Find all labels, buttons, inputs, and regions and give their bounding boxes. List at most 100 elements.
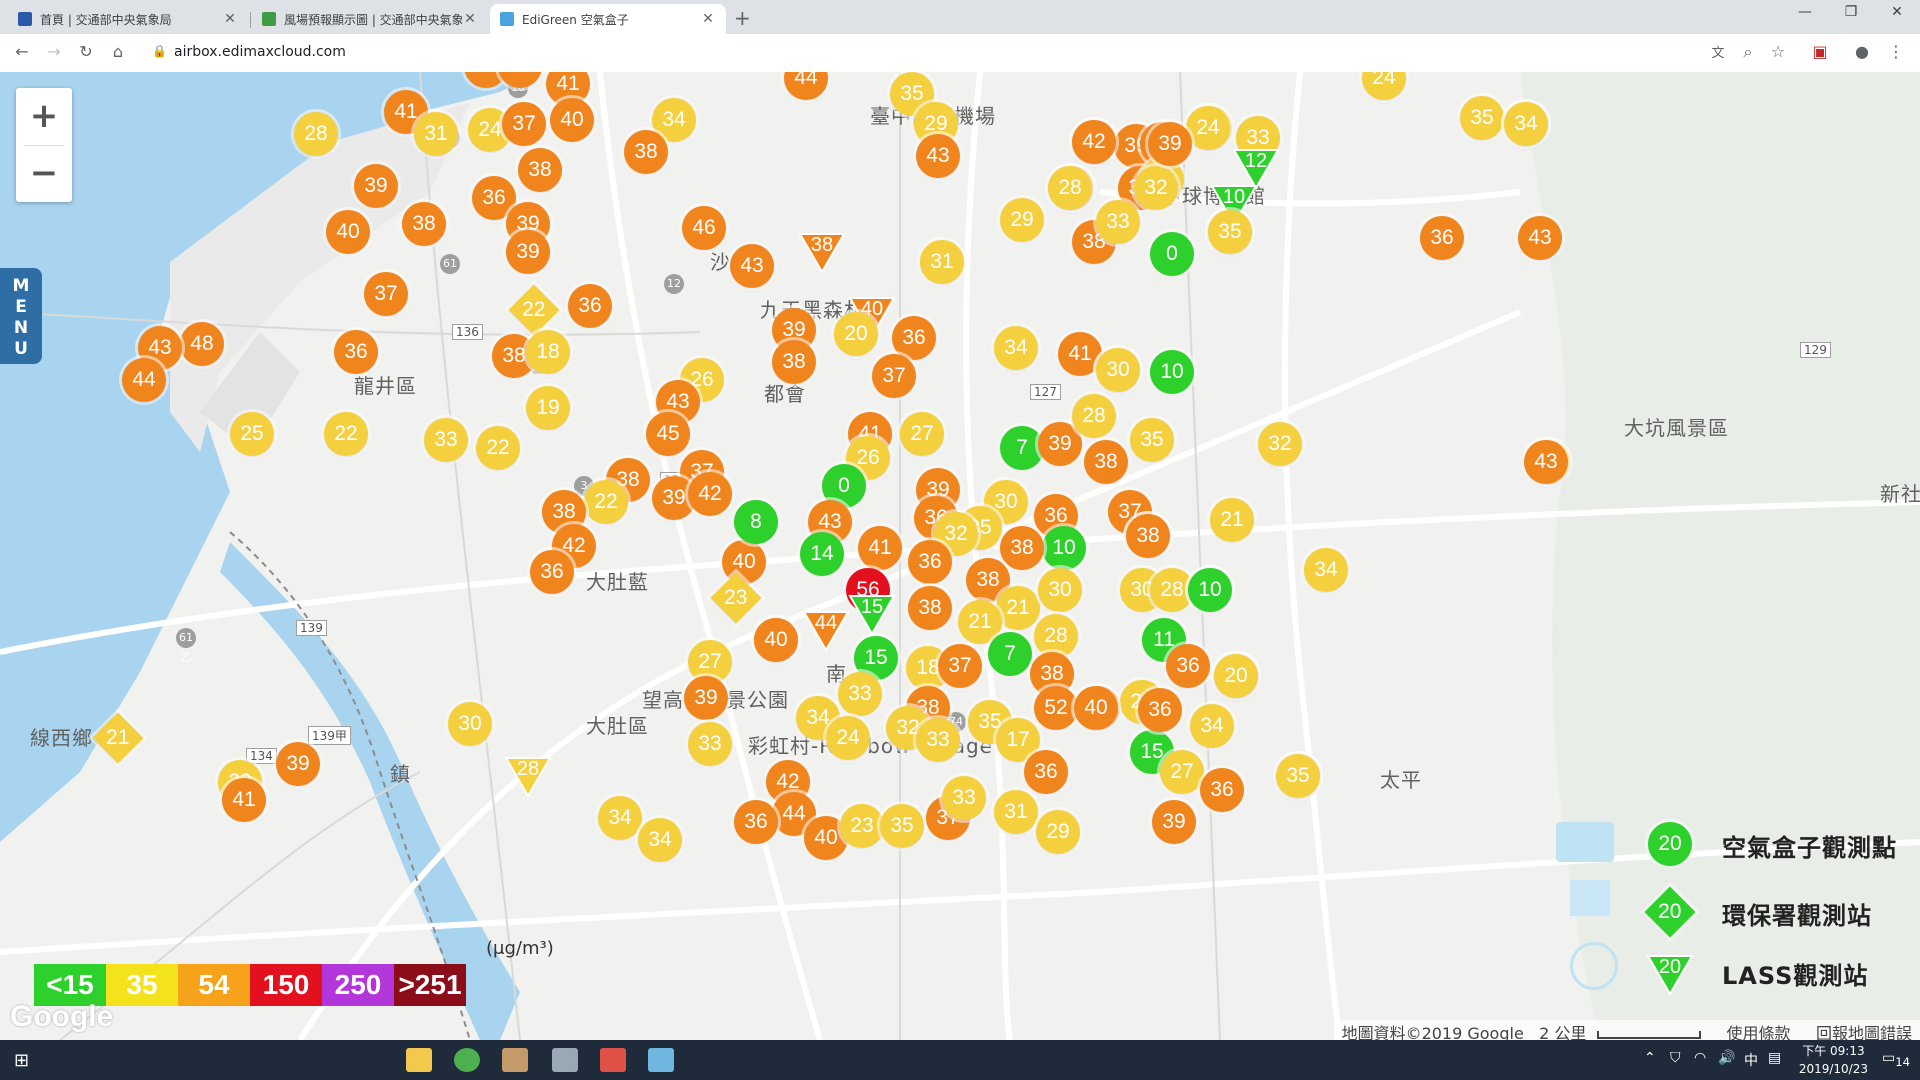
- tray-network-icon[interactable]: ◠: [1694, 1050, 1706, 1066]
- airbox-marker[interactable]: 35: [1208, 210, 1252, 254]
- airbox-marker[interactable]: 34: [638, 818, 682, 862]
- airbox-marker[interactable]: 28: [1072, 394, 1116, 438]
- lass-station-marker[interactable]: 15: [848, 592, 896, 636]
- airbox-marker[interactable]: 33: [688, 722, 732, 766]
- airbox-marker[interactable]: 34: [1190, 704, 1234, 748]
- airbox-marker[interactable]: 36: [908, 540, 952, 584]
- airbox-marker[interactable]: 35: [1460, 96, 1504, 140]
- close-tab-icon[interactable]: ✕: [700, 11, 716, 27]
- airbox-marker[interactable]: 39: [276, 742, 320, 786]
- tray-expand-icon[interactable]: ⌃: [1644, 1050, 1656, 1066]
- airbox-marker[interactable]: 48: [180, 322, 224, 366]
- airbox-marker[interactable]: 46: [682, 206, 726, 250]
- airbox-marker[interactable]: 30: [1096, 348, 1140, 392]
- minimize-icon[interactable]: —: [1782, 4, 1828, 20]
- airbox-marker[interactable]: 21: [1210, 498, 1254, 542]
- airbox-marker[interactable]: 39: [506, 230, 550, 274]
- airbox-marker[interactable]: 20: [1214, 654, 1258, 698]
- app-icon[interactable]: [552, 1048, 578, 1072]
- airbox-marker[interactable]: 27: [900, 412, 944, 456]
- zoom-page-icon[interactable]: ⌕: [1736, 42, 1760, 62]
- tab-edigreen-airbox[interactable]: EdiGreen 空氣盒子 ✕: [490, 4, 726, 34]
- menu-button[interactable]: M E N U: [0, 268, 42, 364]
- airbox-marker[interactable]: 38: [908, 586, 952, 630]
- airbox-marker[interactable]: 18: [526, 330, 570, 374]
- airbox-marker[interactable]: 10: [1150, 350, 1194, 394]
- airbox-marker[interactable]: 39: [1152, 800, 1196, 844]
- airbox-marker[interactable]: 22: [476, 426, 520, 470]
- airbox-marker[interactable]: 20: [834, 312, 878, 356]
- airbox-marker[interactable]: 35: [1130, 418, 1174, 462]
- airbox-marker[interactable]: 33: [916, 718, 960, 762]
- app-icon[interactable]: [648, 1048, 674, 1072]
- airbox-marker[interactable]: 36: [1200, 768, 1244, 812]
- action-center-icon[interactable]: ▭14: [1882, 1050, 1910, 1069]
- airbox-marker[interactable]: 36: [1166, 644, 1210, 688]
- airbox-marker[interactable]: 28: [294, 112, 338, 156]
- profile-icon[interactable]: ●: [1850, 42, 1874, 61]
- airbox-marker[interactable]: 43: [730, 244, 774, 288]
- airbox-marker[interactable]: 36: [530, 550, 574, 594]
- airbox-marker[interactable]: 8: [734, 500, 778, 544]
- airbox-marker[interactable]: 32: [1134, 166, 1178, 210]
- back-icon[interactable]: ←: [10, 42, 34, 61]
- airbox-marker[interactable]: 33: [1096, 200, 1140, 244]
- airbox-marker[interactable]: 19: [526, 386, 570, 430]
- lass-station-marker[interactable]: 28: [504, 754, 552, 798]
- airbox-marker[interactable]: 38: [402, 202, 446, 246]
- airbox-marker[interactable]: 22: [324, 412, 368, 456]
- tab-wind-forecast[interactable]: 風場預報顯示圖 | 交通部中央氣象局 ✕: [252, 4, 488, 34]
- airbox-marker[interactable]: 28: [1048, 166, 1092, 210]
- airbox-marker[interactable]: 34: [994, 326, 1038, 370]
- airbox-marker[interactable]: 14: [800, 532, 844, 576]
- airbox-marker[interactable]: 34: [598, 796, 642, 840]
- taskbar-clock[interactable]: 下午 09:13 2019/10/23: [1799, 1042, 1868, 1078]
- close-window-icon[interactable]: ✕: [1874, 4, 1920, 20]
- lass-station-marker[interactable]: 44: [802, 608, 850, 652]
- airbox-marker[interactable]: 41: [858, 526, 902, 570]
- airbox-marker[interactable]: 38: [1126, 514, 1170, 558]
- airbox-marker[interactable]: 30: [448, 702, 492, 746]
- tray-ime-indicator[interactable]: 中: [1744, 1050, 1758, 1070]
- airbox-marker[interactable]: 24: [826, 716, 870, 760]
- airbox-marker[interactable]: 21: [996, 586, 1040, 630]
- airbox-marker[interactable]: 40: [722, 540, 766, 584]
- airbox-marker[interactable]: 36: [892, 316, 936, 360]
- app-icon[interactable]: [600, 1048, 626, 1072]
- airbox-marker[interactable]: 35: [1276, 754, 1320, 798]
- airbox-marker[interactable]: 31: [920, 240, 964, 284]
- zoom-out-button[interactable]: −: [16, 145, 72, 202]
- airbox-marker[interactable]: 32: [1258, 422, 1302, 466]
- airbox-marker[interactable]: 7: [988, 632, 1032, 676]
- windows-start-icon[interactable]: ⊞: [14, 1050, 29, 1071]
- file-explorer-icon[interactable]: [406, 1048, 432, 1072]
- airbox-marker[interactable]: 33: [942, 776, 986, 820]
- airbox-marker[interactable]: 43: [916, 134, 960, 178]
- airbox-marker[interactable]: 24: [1186, 106, 1230, 150]
- airbox-marker[interactable]: 38: [624, 130, 668, 174]
- tray-input-icon[interactable]: ▤: [1768, 1050, 1781, 1066]
- close-tab-icon[interactable]: ✕: [462, 11, 478, 27]
- airbox-marker[interactable]: 38: [1000, 526, 1044, 570]
- airbox-marker[interactable]: 23: [840, 804, 884, 848]
- new-tab-button[interactable]: +: [734, 6, 751, 30]
- airbox-marker[interactable]: 38: [772, 340, 816, 384]
- reload-icon[interactable]: ↻: [74, 42, 98, 61]
- airbox-marker[interactable]: 10: [1042, 526, 1086, 570]
- zoom-in-button[interactable]: +: [16, 88, 72, 145]
- airbox-map[interactable]: 臺中國際機場 沙鹿區 九天黑森林 都會 龍井區 大肚藍 大肚區 望高寮夜景公園 …: [0, 72, 1920, 1040]
- airbox-marker[interactable]: 33: [838, 672, 882, 716]
- airbox-marker[interactable]: 0: [1150, 232, 1194, 276]
- airbox-marker[interactable]: 35: [880, 804, 924, 848]
- airbox-marker[interactable]: 40: [1074, 686, 1118, 730]
- airbox-marker[interactable]: 30: [1038, 568, 1082, 612]
- airbox-marker[interactable]: 34: [1304, 548, 1348, 592]
- map-scale-label[interactable]: 2 公里: [1539, 1024, 1586, 1040]
- airbox-marker[interactable]: 39: [1148, 122, 1192, 166]
- airbox-marker[interactable]: 37: [502, 102, 546, 146]
- airbox-marker[interactable]: 52: [1034, 686, 1078, 730]
- airbox-marker[interactable]: 39: [684, 676, 728, 720]
- terms-link[interactable]: 使用條款: [1727, 1024, 1791, 1040]
- bookmark-star-icon[interactable]: ☆: [1766, 42, 1790, 61]
- tray-security-icon[interactable]: ⛉: [1670, 1050, 1681, 1066]
